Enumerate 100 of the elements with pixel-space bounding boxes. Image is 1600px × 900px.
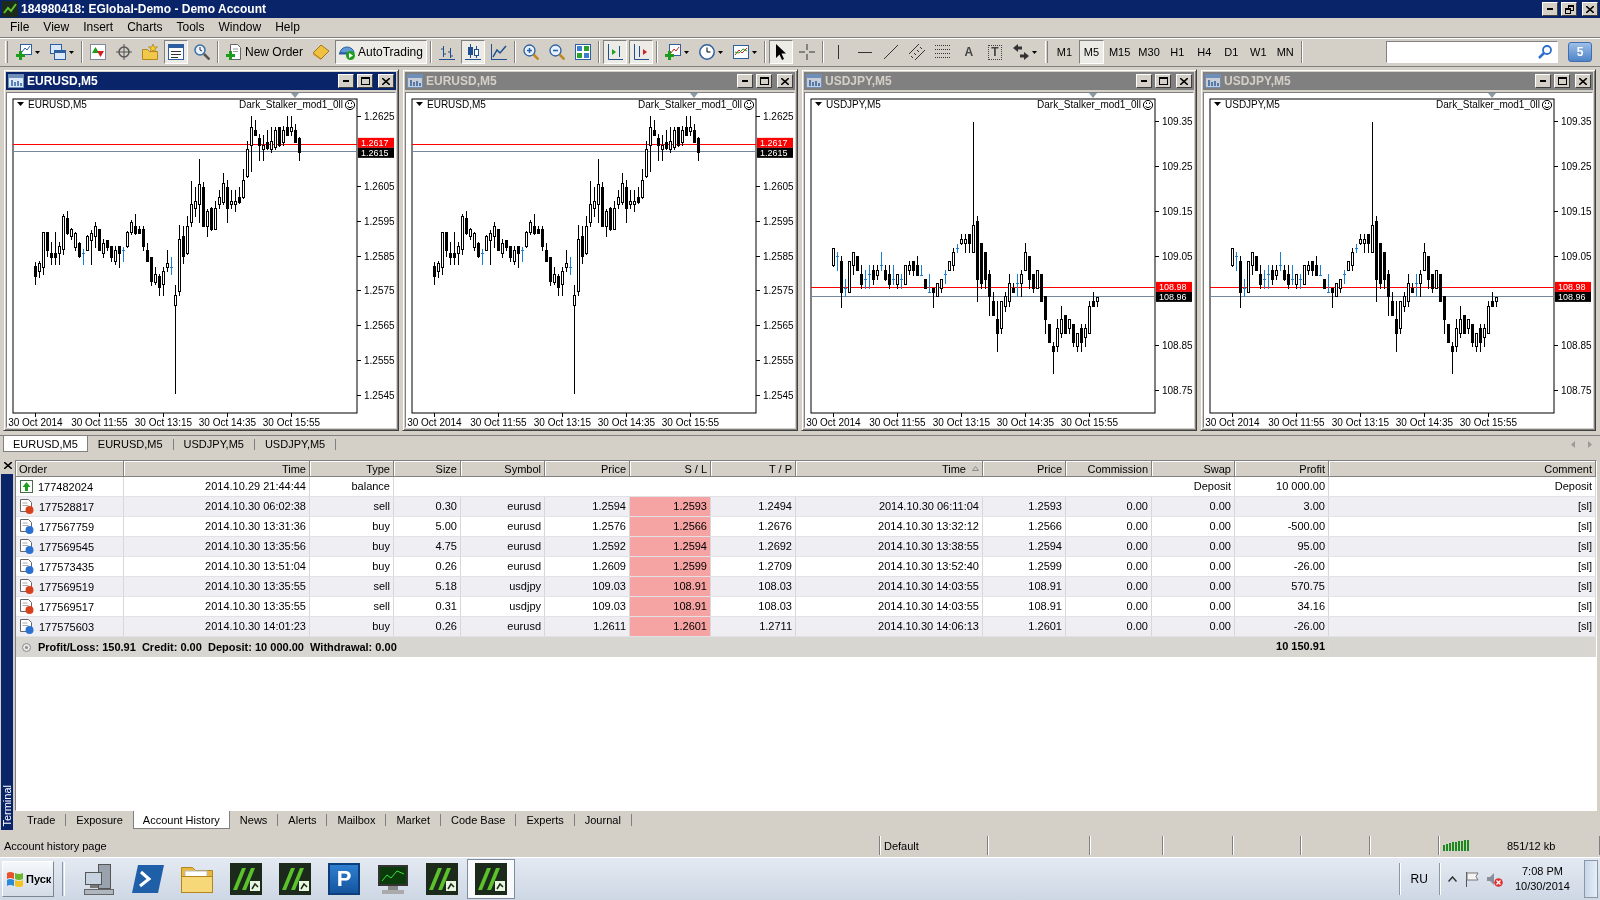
- column-header[interactable]: T / P: [711, 461, 796, 477]
- column-header[interactable]: Swap: [1152, 461, 1235, 477]
- panel-tab[interactable]: Market: [386, 811, 440, 829]
- price-tag: 108.96: [1156, 291, 1192, 302]
- panel-tab[interactable]: Experts: [516, 811, 574, 829]
- maximize-icon: [1557, 77, 1567, 85]
- restore-button[interactable]: [1561, 2, 1577, 16]
- price-axis-label: 108.85: [1561, 340, 1592, 352]
- toolbar-button[interactable]: [602, 40, 627, 64]
- dotted-lines-icon: [934, 44, 951, 60]
- column-header[interactable]: Comment: [1329, 461, 1596, 477]
- panel-tab[interactable]: Journal: [574, 811, 631, 829]
- time-axis-label: 30 Oct 15:55: [262, 417, 321, 427]
- timeframe-button[interactable]: W1: [1245, 40, 1271, 64]
- column-header[interactable]: Commission: [1066, 461, 1152, 477]
- minimize-button[interactable]: [338, 74, 354, 88]
- close-button[interactable]: [1176, 74, 1192, 88]
- column-header[interactable]: Time: [796, 461, 983, 477]
- menu-item[interactable]: Tools: [169, 18, 212, 37]
- menu-item[interactable]: File: [3, 18, 37, 37]
- timeframe-button[interactable]: M30: [1135, 40, 1163, 64]
- toolbar-button[interactable]: A: [956, 40, 981, 64]
- maximize-button[interactable]: [1155, 74, 1171, 88]
- toolbar-button[interactable]: [460, 40, 485, 64]
- zoom-out-icon: [548, 44, 565, 60]
- table-cell: 95.00: [1235, 537, 1329, 556]
- minimize-button[interactable]: [1136, 74, 1152, 88]
- menu-item[interactable]: Insert: [76, 18, 121, 37]
- column-header[interactable]: Order: [16, 461, 124, 477]
- minimize-icon: [1540, 80, 1546, 82]
- time-axis-label: 30 Oct 2014: [1205, 417, 1260, 427]
- close-button[interactable]: [777, 74, 793, 88]
- chart-tab[interactable]: USDJPY,M5: [173, 436, 254, 452]
- toolbar-button[interactable]: [628, 40, 653, 64]
- close-button[interactable]: [1582, 2, 1598, 16]
- timeframe-button[interactable]: M15: [1105, 40, 1134, 64]
- toolbar-button[interactable]: T: [982, 40, 1007, 64]
- table-cell: eurusd: [461, 617, 545, 636]
- column-header[interactable]: Price: [545, 461, 630, 477]
- menu-item[interactable]: Help: [268, 18, 307, 37]
- panel-tab[interactable]: Account History: [132, 811, 230, 829]
- close-button[interactable]: [1, 460, 14, 471]
- panel-tab[interactable]: Trade: [17, 811, 66, 829]
- timeframe-button[interactable]: M5: [1078, 40, 1104, 64]
- timeframe-button[interactable]: MN: [1272, 40, 1298, 64]
- menu-item[interactable]: Charts: [120, 18, 170, 37]
- clock-icon: [698, 44, 715, 60]
- panel-tab[interactable]: Mailbox: [327, 811, 386, 829]
- taskbar-button[interactable]: P: [320, 859, 368, 899]
- maximize-button[interactable]: [756, 74, 772, 88]
- minimize-icon: [742, 80, 748, 82]
- maximize-button[interactable]: [1554, 74, 1570, 88]
- chart-tab[interactable]: EURUSD,M5: [87, 436, 173, 452]
- timeframe-button[interactable]: H4: [1191, 40, 1217, 64]
- minimize-button[interactable]: [1542, 2, 1558, 16]
- column-header[interactable]: Time: [124, 461, 310, 477]
- panel-tab[interactable]: Exposure: [66, 811, 133, 829]
- column-header[interactable]: Profit: [1235, 461, 1329, 477]
- close-button[interactable]: [378, 74, 394, 88]
- menu-item[interactable]: Window: [211, 18, 269, 37]
- panel-tab[interactable]: Alerts: [278, 811, 327, 829]
- toolbar-button[interactable]: [164, 40, 188, 64]
- menu-item[interactable]: View: [36, 18, 77, 37]
- taskbar-button[interactable]: [467, 859, 515, 899]
- language-button[interactable]: RU: [1407, 867, 1431, 891]
- table-cell: 108.03: [711, 597, 796, 616]
- panel-tab[interactable]: Code Base: [441, 811, 516, 829]
- indicator-label: Dark_Stalker_mod1_0ll: [239, 99, 343, 110]
- chart-window-icon: [407, 74, 423, 88]
- timeframe-button[interactable]: D1: [1218, 40, 1244, 64]
- column-header[interactable]: Price: [983, 461, 1066, 477]
- column-header[interactable]: Size: [394, 461, 461, 477]
- timeframe-button[interactable]: M1: [1051, 40, 1077, 64]
- ref-line-label: 1.2615: [361, 147, 389, 158]
- slash-tile-icon: [426, 863, 458, 895]
- caret-icon: [717, 50, 723, 54]
- chart-tab[interactable]: EURUSD,M5: [3, 436, 88, 452]
- maximize-button[interactable]: [357, 74, 373, 88]
- price-axis-label: 1.2555: [763, 355, 794, 367]
- app-logo: P: [328, 863, 360, 895]
- minimize-button[interactable]: [1535, 74, 1551, 88]
- window-title: 184980418: EGlobal-Demo - Demo Account: [21, 2, 267, 16]
- table-cell: 0.00: [1066, 497, 1152, 516]
- column-header[interactable]: S / L: [630, 461, 711, 477]
- autotrading-button[interactable]: AutoTrading: [335, 40, 427, 64]
- minimize-button[interactable]: [737, 74, 753, 88]
- column-header[interactable]: Symbol: [461, 461, 545, 477]
- toolbar-button[interactable]: [768, 40, 793, 64]
- new-order-button[interactable]: New Order: [222, 40, 307, 64]
- panel-tab[interactable]: News: [229, 811, 278, 829]
- time-axis-label: 30 Oct 15:55: [1459, 417, 1518, 427]
- timeframe-button[interactable]: H1: [1164, 40, 1190, 64]
- table-cell: [sl]: [1329, 577, 1596, 596]
- close-button[interactable]: [1575, 74, 1591, 88]
- table-cell: eurusd: [461, 517, 545, 536]
- search-field[interactable]: [1386, 41, 1558, 63]
- chart-tab[interactable]: USDJPY,M5: [254, 436, 336, 452]
- table-cell: 2014.10.30 06:02:38: [124, 497, 310, 516]
- column-header[interactable]: Type: [310, 461, 394, 477]
- start-button[interactable]: Пуск: [2, 861, 54, 897]
